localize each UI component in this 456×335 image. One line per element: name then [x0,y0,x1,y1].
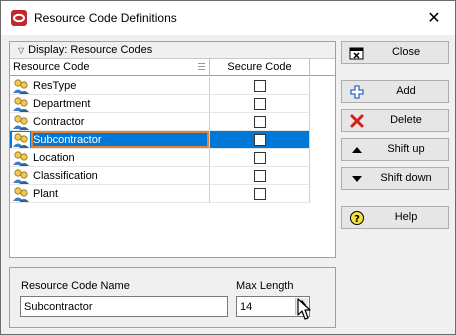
title-bar: Resource Code Definitions ✕ [1,1,455,35]
resource-code-label: Location [33,152,75,164]
secure-code-checkbox[interactable] [254,152,266,164]
svg-text:?: ? [354,214,360,225]
secure-code-checkbox[interactable] [254,116,266,128]
help-button[interactable]: ? Help [341,206,449,229]
resource-code-cell[interactable]: Department [10,95,210,113]
display-bar[interactable]: ▽ Display: Resource Codes [10,42,335,59]
close-dialog-icon [349,47,364,60]
secure-code-checkbox[interactable] [254,170,266,182]
table-row[interactable]: Classification [10,167,310,185]
delete-button-label: Delete [390,114,422,126]
window-title: Resource Code Definitions [34,11,177,25]
chevron-down-icon: ▽ [18,46,25,55]
close-button[interactable]: Close [341,41,449,64]
secure-code-cell [210,149,310,167]
resource-code-label: Subcontractor [33,134,102,146]
table-row[interactable]: Location [10,149,310,167]
column-header-label: Secure Code [227,61,292,73]
app-logo-icon [11,10,27,26]
secure-code-cell [210,113,310,131]
resource-code-label: Plant [33,188,59,200]
secure-code-cell [210,77,310,95]
column-header-resource-code[interactable]: Resource Code [10,59,210,76]
resource-code-cell[interactable]: Location [10,149,210,167]
resource-code-cell[interactable]: Plant [10,185,210,203]
plus-icon [350,85,364,99]
close-window-button[interactable]: ✕ [419,4,449,32]
resource-code-label: Classification [33,170,98,182]
help-button-label: Help [394,211,418,223]
triangle-down-icon [352,176,362,182]
table-row[interactable]: Department [10,95,310,113]
shift-up-button[interactable]: Shift up [341,138,449,161]
secure-code-cell [210,167,310,185]
secure-code-checkbox[interactable] [254,80,266,92]
secure-code-cell [210,95,310,113]
resource-group-icon [13,115,29,130]
resource-code-name-input[interactable]: Subcontractor [20,296,228,317]
resource-code-label: Department [33,98,91,110]
shift-down-button[interactable]: Shift down [341,167,449,190]
table-row-selected[interactable]: Subcontractor [10,131,310,149]
close-button-label: Close [391,46,421,58]
shift-up-button-label: Shift up [387,143,425,155]
secure-code-checkbox[interactable] [254,134,266,146]
resource-code-cell[interactable]: ResType [10,77,210,95]
mouse-cursor-icon [297,298,311,320]
delete-button[interactable]: Delete [341,109,449,132]
table-row[interactable]: Plant [10,185,310,203]
column-menu-icon[interactable] [198,63,205,70]
code-detail-panel: Resource Code Name Max Length Subcontrac… [9,267,336,328]
dialog-window: Resource Code Definitions ✕ ▽ Display: Re… [0,0,456,335]
resource-code-list: ▽ Display: Resource Codes Resource Code S… [9,41,336,258]
help-question-icon: ? [350,211,364,225]
resource-group-icon [12,132,30,148]
secure-code-cell [210,185,310,203]
resource-group-icon [13,151,29,166]
max-length-value: 14 [240,301,253,313]
max-length-label: Max Length [236,280,294,292]
table-row[interactable]: ResType [10,77,310,95]
table-row[interactable]: Contractor [10,113,310,131]
resource-group-icon [13,187,29,202]
resource-group-icon [13,97,29,112]
secure-code-cell [210,131,310,149]
triangle-up-icon [352,147,362,153]
secure-code-checkbox[interactable] [254,98,266,110]
resource-code-name-label: Resource Code Name [21,280,130,292]
shift-down-button-label: Shift down [380,172,432,184]
add-button[interactable]: Add [341,80,449,103]
resource-code-label: Contractor [33,116,85,128]
resource-group-icon [13,79,29,94]
display-label: Display: Resource Codes [28,44,153,56]
delete-x-icon [350,114,364,128]
resource-group-icon [13,169,29,184]
resource-code-cell[interactable]: Contractor [10,113,210,131]
column-header-secure-code[interactable]: Secure Code [210,59,310,76]
resource-code-label: ResType [33,80,77,92]
resource-code-cell[interactable]: Subcontractor [10,131,210,149]
resource-code-cell[interactable]: Classification [10,167,210,185]
secure-code-checkbox[interactable] [254,188,266,200]
add-button-label: Add [396,85,416,97]
column-header-filler [310,59,335,76]
column-header-label: Resource Code [13,61,90,73]
